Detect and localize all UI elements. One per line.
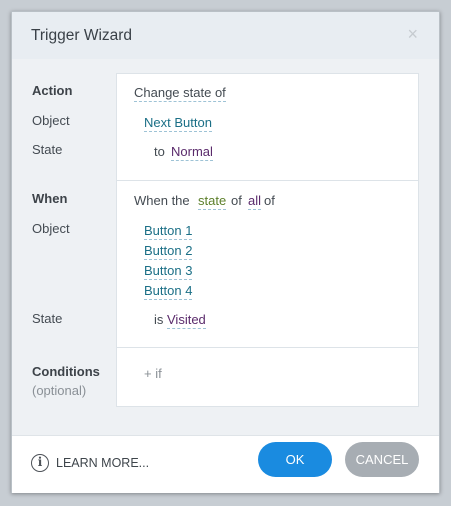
close-icon[interactable]: ×	[407, 25, 418, 43]
action-state-prefix: to	[154, 144, 165, 159]
cancel-button[interactable]: CANCEL	[345, 442, 419, 477]
when-sentence-part2: of	[231, 193, 242, 208]
when-heading: When	[32, 191, 68, 206]
dialog-title: Trigger Wizard	[31, 27, 133, 44]
conditions-heading: Conditions	[32, 364, 100, 379]
action-card: Change state of Next Button to Normal	[116, 73, 419, 181]
when-state-word-selector[interactable]: state	[198, 193, 227, 210]
when-state-selector[interactable]: Visited	[167, 312, 206, 329]
action-heading: Action	[32, 83, 73, 98]
when-object-button-4[interactable]: Button 4	[144, 283, 193, 300]
conditions-section: Conditions (optional) + if	[12, 347, 439, 407]
conditions-subheading: (optional)	[32, 383, 87, 398]
action-state-selector[interactable]: Normal	[171, 144, 213, 161]
when-card: When the state of all of Button 1 Button…	[116, 180, 419, 348]
dialog-titlebar: Trigger Wizard ×	[12, 12, 439, 60]
action-selector[interactable]: Change state of	[134, 85, 226, 102]
add-condition-button[interactable]: + if	[144, 366, 162, 381]
action-state-label: State	[32, 142, 63, 157]
trigger-wizard-dialog: Trigger Wizard × Action Object State Cha…	[11, 11, 440, 493]
dialog-content: Action Object State Change state of Next…	[12, 59, 439, 435]
ok-button[interactable]: OK	[258, 442, 332, 477]
info-icon[interactable]: i	[31, 454, 49, 472]
action-object-label: Object	[32, 113, 70, 128]
dialog-footer: i LEARN MORE... OK CANCEL	[12, 435, 439, 493]
when-object-button-2[interactable]: Button 2	[144, 243, 193, 260]
when-sentence-part1: When the	[134, 193, 190, 208]
learn-more-link[interactable]: LEARN MORE...	[56, 456, 149, 470]
action-object-selector[interactable]: Next Button	[144, 115, 212, 132]
conditions-card: + if	[116, 347, 419, 407]
action-section: Action Object State Change state of Next…	[12, 73, 439, 181]
when-sentence-part3: of	[264, 193, 275, 208]
when-all-selector[interactable]: all	[248, 193, 262, 210]
when-section: When Object State When the state of all …	[12, 180, 439, 348]
when-object-button-1[interactable]: Button 1	[144, 223, 193, 240]
when-state-label: State	[32, 311, 63, 326]
when-state-prefix: is	[154, 312, 164, 327]
when-object-label: Object	[32, 221, 70, 236]
when-object-button-3[interactable]: Button 3	[144, 263, 193, 280]
